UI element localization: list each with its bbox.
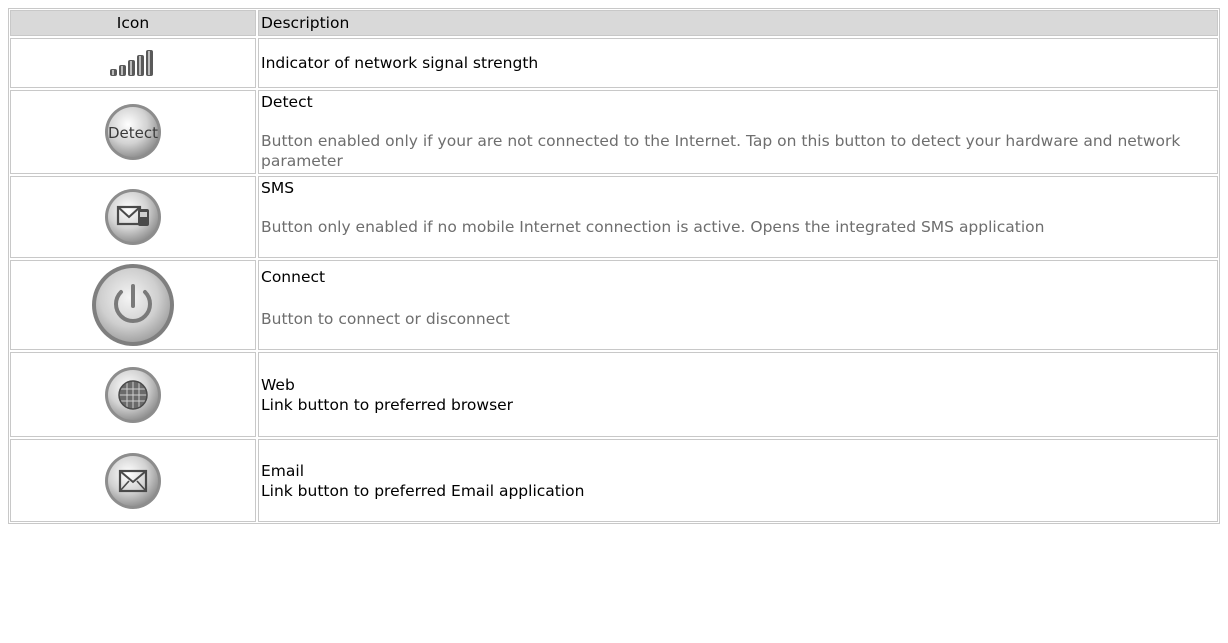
row-title: Email bbox=[261, 461, 305, 480]
description-cell: Email Link button to preferred Email app… bbox=[258, 439, 1218, 522]
globe-icon bbox=[105, 366, 161, 423]
table-row: Detect Detect Button enabled only if you… bbox=[9, 89, 1219, 175]
table-row: Connect Button to connect or disconnect bbox=[9, 259, 1219, 351]
row-text: Link button to preferred browser bbox=[261, 395, 514, 414]
description-cell: Detect Button enabled only if your are n… bbox=[258, 90, 1218, 174]
detect-icon: Detect bbox=[105, 104, 161, 160]
signal-strength-icon bbox=[110, 50, 153, 76]
row-title: SMS bbox=[261, 179, 295, 197]
email-icon bbox=[105, 452, 161, 509]
row-title: Web bbox=[261, 375, 295, 394]
table-row: Web Link button to preferred browser bbox=[9, 351, 1219, 438]
description-cell: SMS Button only enabled if no mobile Int… bbox=[258, 176, 1218, 258]
power-icon bbox=[92, 264, 174, 346]
row-text: Button only enabled if no mobile Interne… bbox=[261, 218, 1045, 236]
row-text: Button enabled only if your are not conn… bbox=[261, 132, 1181, 170]
icon-cell bbox=[10, 439, 256, 522]
icon-cell bbox=[10, 176, 256, 258]
description-cell: Web Link button to preferred browser bbox=[258, 352, 1218, 437]
row-text: Link button to preferred Email applicati… bbox=[261, 481, 585, 500]
icon-cell bbox=[10, 38, 256, 88]
sms-icon bbox=[105, 189, 161, 245]
icon-cell bbox=[10, 260, 256, 350]
table-row: Indicator of network signal strength bbox=[9, 37, 1219, 89]
header-icon-column: Icon bbox=[10, 10, 256, 36]
icon-cell: Detect bbox=[10, 90, 256, 174]
icon-description-table: Icon Description Indicator of network si… bbox=[8, 8, 1220, 524]
description-cell: Indicator of network signal strength bbox=[258, 38, 1218, 88]
table-row: Email Link button to preferred Email app… bbox=[9, 438, 1219, 523]
row-title: Connect bbox=[261, 268, 326, 286]
row-title: Indicator of network signal strength bbox=[261, 54, 539, 72]
detect-icon-label: Detect bbox=[108, 124, 158, 142]
icon-cell bbox=[10, 352, 256, 437]
row-title: Detect bbox=[261, 93, 313, 111]
table-header-row: Icon Description bbox=[9, 9, 1219, 37]
row-text: Button to connect or disconnect bbox=[261, 310, 510, 328]
header-description-column: Description bbox=[258, 10, 1218, 36]
description-cell: Connect Button to connect or disconnect bbox=[258, 260, 1218, 350]
table-row: SMS Button only enabled if no mobile Int… bbox=[9, 175, 1219, 259]
